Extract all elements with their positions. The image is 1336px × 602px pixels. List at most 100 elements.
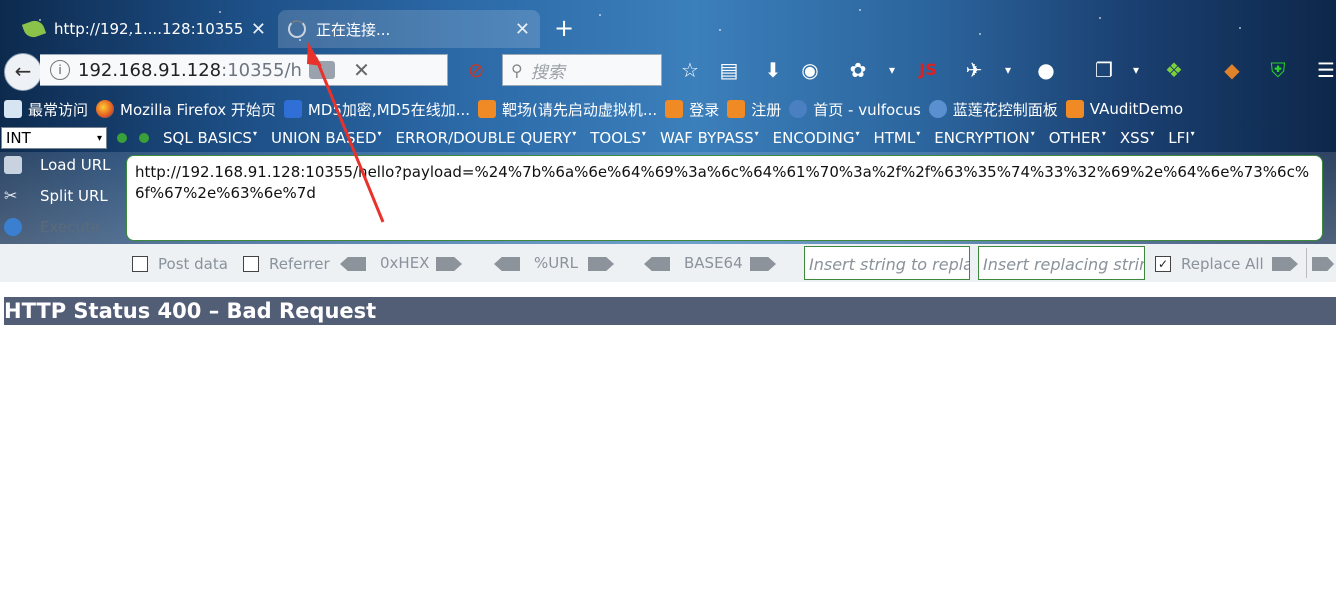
xampp-icon — [665, 100, 684, 118]
xampp-icon — [727, 100, 746, 118]
replacing-string-input[interactable]: Insert replacing string — [978, 246, 1145, 280]
js-icon[interactable]: JS — [916, 58, 940, 82]
bookmark-item[interactable]: 最常访问 — [4, 99, 88, 120]
menu-sql-basics[interactable]: SQL BASICS — [163, 129, 257, 147]
hex-decode-arrow-icon[interactable] — [340, 257, 366, 271]
bookmark-item[interactable]: VAuditDemo — [1065, 100, 1184, 118]
proxy-icon[interactable]: ❖ — [1162, 58, 1186, 82]
referrer-checkbox[interactable]: Referrer — [243, 255, 330, 273]
replacing-placeholder: Insert replacing string — [983, 255, 1145, 274]
hex-encode-arrow-icon[interactable] — [436, 257, 462, 271]
menu-encoding[interactable]: ENCODING — [773, 129, 860, 147]
post-data-checkbox[interactable]: Post data — [132, 255, 228, 273]
menu-error-double-query[interactable]: ERROR/DOUBLE QUERY — [396, 129, 577, 147]
xampp-icon — [1065, 100, 1084, 118]
globe-icon — [789, 100, 808, 118]
scissors-icon: ✂ — [4, 186, 18, 205]
adblock-icon[interactable]: ⊘ — [464, 58, 488, 82]
checkbox-box[interactable] — [243, 256, 259, 272]
hackbar-url-textarea[interactable]: http://192.168.91.128:10355/hello?payloa… — [126, 155, 1323, 241]
load-url-button[interactable]: Load URL — [0, 156, 111, 174]
search-input[interactable]: ⚲ 搜索 — [502, 54, 662, 86]
tab-2[interactable]: 正在连接... ✕ — [278, 10, 540, 48]
checkbox-checked[interactable]: ✓ — [1155, 256, 1171, 272]
play-icon — [4, 218, 22, 236]
new-tab-icon[interactable]: + — [554, 16, 574, 40]
menu-html[interactable]: HTML — [873, 129, 920, 147]
execute-button[interactable]: Execute — [0, 218, 100, 236]
split-url-label: Split URL — [40, 187, 108, 205]
referrer-label: Referrer — [269, 255, 330, 273]
hackbar-menu: INT ▾ SQL BASICS UNION BASED ERROR/DOUBL… — [0, 124, 1336, 152]
base64-decode-arrow-icon[interactable] — [644, 257, 670, 271]
close-icon[interactable]: ✕ — [251, 19, 266, 40]
bookmark-item[interactable]: 注册 — [727, 99, 781, 120]
base64-label: BASE64 — [684, 254, 743, 272]
url-encode-arrow-icon[interactable] — [588, 257, 614, 271]
menu-icon[interactable]: ☰ — [1314, 58, 1336, 82]
library-icon[interactable]: ▤ — [717, 58, 741, 82]
bookmark-star-icon[interactable]: ☆ — [678, 58, 702, 82]
menu-encryption[interactable]: ENCRYPTION — [934, 129, 1034, 147]
search-icon: ⚲ — [511, 60, 523, 80]
bookmark-label: 蓝莲花控制面板 — [952, 100, 1058, 119]
menu-tools[interactable]: TOOLS — [590, 129, 646, 147]
menu-waf-bypass[interactable]: WAF BYPASS — [660, 129, 759, 147]
loading-spinner-icon — [288, 20, 306, 38]
checkbox-box[interactable] — [132, 256, 148, 272]
minus-icon[interactable] — [117, 133, 127, 143]
bookmark-label: MD5加密,MD5在线加... — [307, 100, 471, 119]
hex-label: 0xHEX — [380, 254, 430, 272]
divider — [1306, 248, 1307, 278]
addon-globe-icon[interactable]: ◉ — [798, 58, 822, 82]
bookmark-label: 登录 — [689, 100, 720, 119]
tab-1[interactable]: http://192.1....128:10355/ ✕ — [14, 10, 276, 48]
menu-other[interactable]: OTHER — [1049, 129, 1106, 147]
back-button[interactable]: ← — [4, 53, 42, 91]
dropdown-icon[interactable]: ▾ — [1124, 58, 1148, 82]
menu-xss[interactable]: XSS — [1120, 129, 1154, 147]
clipboard-icon[interactable]: ❐ — [1092, 58, 1116, 82]
shield-icon[interactable]: ⛨ — [1266, 58, 1290, 82]
load-url-label: Load URL — [40, 156, 111, 174]
palette-icon[interactable]: ✿ — [846, 58, 870, 82]
menu-union-based[interactable]: UNION BASED — [271, 129, 382, 147]
addon-icon[interactable]: ✈ — [962, 58, 986, 82]
bookmark-label: Mozilla Firefox 开始页 — [120, 100, 276, 119]
replace-all-checkbox[interactable]: ✓ Replace All — [1155, 255, 1264, 273]
menu-lfi[interactable]: LFI — [1168, 129, 1194, 147]
hat-icon[interactable]: ● — [1034, 58, 1058, 82]
info-icon[interactable]: i — [50, 60, 70, 80]
bookmark-item[interactable]: 首页 - vulfocus — [789, 99, 921, 120]
stop-icon[interactable]: ✕ — [353, 58, 370, 82]
hackbar-panel: Load URL ✂ Split URL Execute http://192.… — [0, 152, 1336, 282]
metamask-icon[interactable]: ◆ — [1220, 58, 1244, 82]
spring-leaf-icon — [21, 18, 47, 40]
bookmark-item[interactable]: 登录 — [665, 99, 719, 120]
url-decode-arrow-icon[interactable] — [494, 257, 520, 271]
bookmark-item[interactable]: 蓝莲花控制面板 — [928, 99, 1058, 120]
page-title: HTTP Status 400 – Bad Request — [4, 297, 1336, 325]
bookmark-label: VAuditDemo — [1089, 100, 1184, 118]
replace-string-input[interactable]: Insert string to replace — [804, 246, 970, 280]
hackbar-url-text: http://192.168.91.128:10355/hello?payloa… — [135, 163, 1310, 202]
firefox-icon — [96, 100, 115, 118]
reader-view-icon[interactable] — [309, 61, 336, 79]
replace-arrow-icon[interactable] — [1272, 257, 1298, 271]
address-bar[interactable]: i 192.168.91.128 :10355/hello?payl ✕ — [40, 54, 448, 86]
plus-icon[interactable] — [139, 133, 149, 143]
download-icon[interactable]: ⬇ — [761, 58, 785, 82]
hackbar-type-select[interactable]: INT ▾ — [1, 127, 107, 149]
bookmark-item[interactable]: 靶场(请先启动虚拟机... — [478, 99, 657, 120]
settings-icon — [4, 100, 22, 118]
bookmark-item[interactable]: Mozilla Firefox 开始页 — [96, 99, 276, 120]
bookmarks-toolbar: 最常访问 Mozilla Firefox 开始页 MD5加密,MD5在线加...… — [0, 94, 1336, 124]
close-icon[interactable]: ✕ — [515, 19, 530, 40]
post-data-label: Post data — [158, 255, 228, 273]
dropdown-icon[interactable]: ▾ — [880, 58, 904, 82]
split-url-button[interactable]: ✂ Split URL — [0, 186, 108, 206]
dropdown-icon[interactable]: ▾ — [996, 58, 1020, 82]
bookmark-item[interactable]: MD5加密,MD5在线加... — [283, 99, 471, 120]
base64-encode-arrow-icon[interactable] — [750, 257, 776, 271]
more-arrow-icon[interactable] — [1312, 257, 1334, 271]
